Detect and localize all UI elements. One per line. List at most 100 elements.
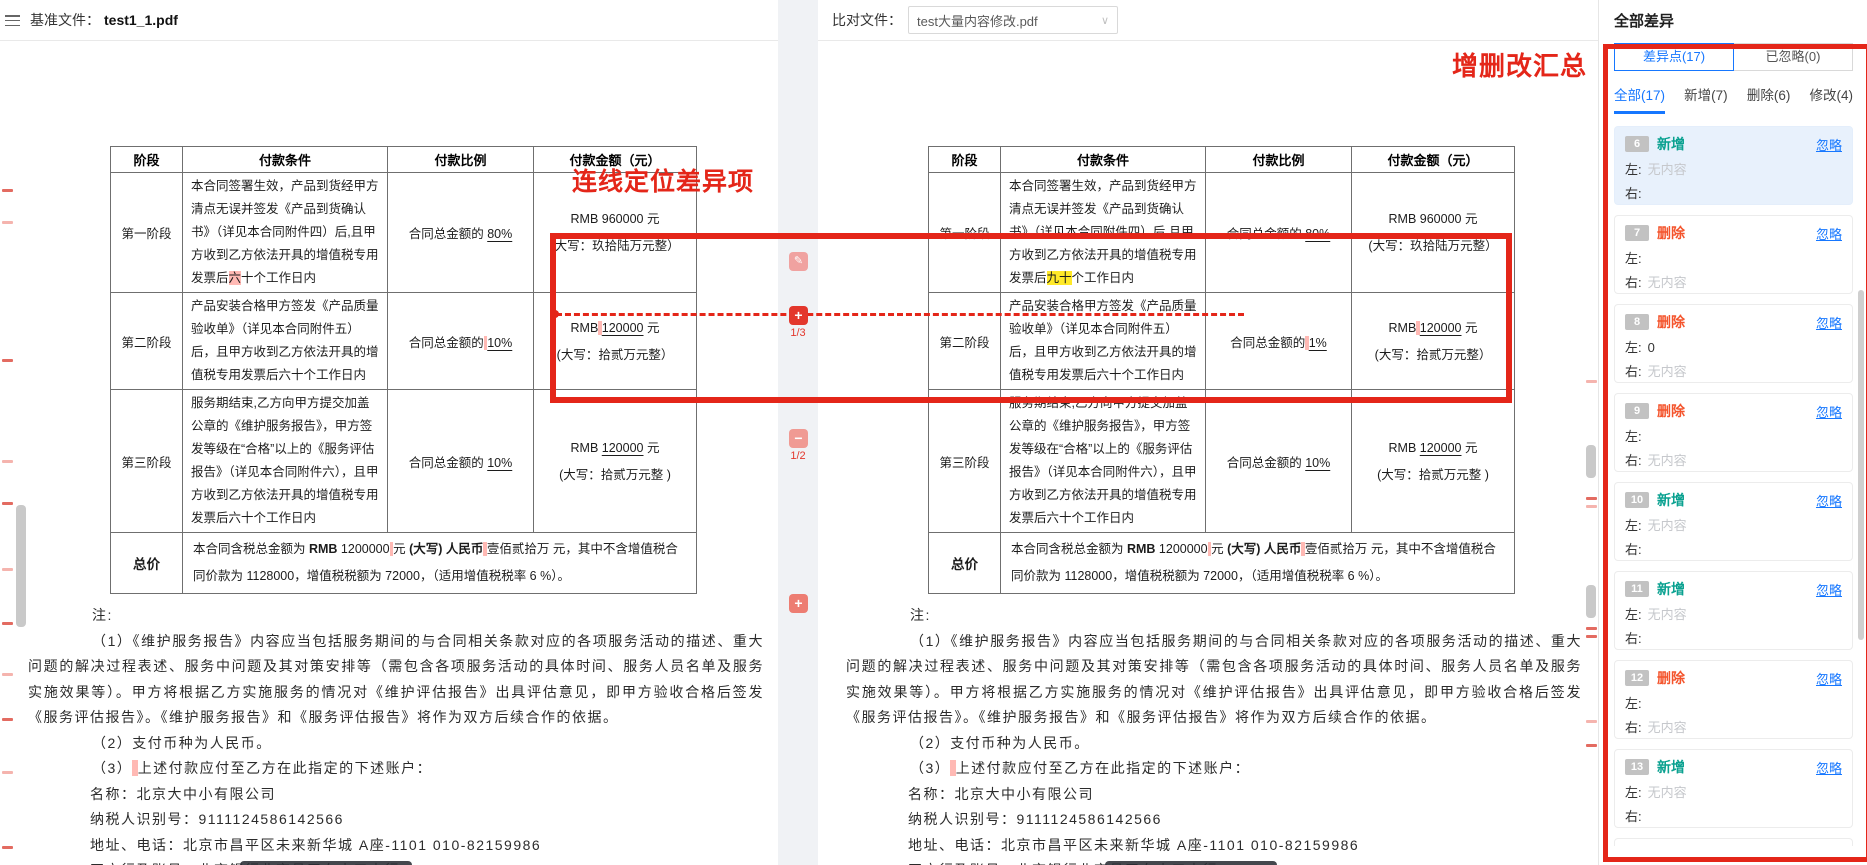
doc-text: 元 <box>1211 542 1227 556</box>
doc-text: 服务期结束,乙方向甲方提交加盖公章的《维护服务报告》，甲方签发等级在“合格”以上… <box>191 396 379 525</box>
note-line: 地址、电话：北京市昌平区未来新华城 A座-1101 010-82159986 <box>28 833 764 859</box>
amount-line1: RMB 960000 元 <box>542 207 688 231</box>
diff-minimap-tick <box>1586 744 1597 747</box>
ignore-link[interactable]: 忽略 <box>1816 491 1842 510</box>
doc-text: （2）支付币种为人民币。 <box>910 735 1090 751</box>
compare-page-toolbar: 3 / 4 ⊖ 100% ▼ ⊕ <box>1105 861 1277 865</box>
diff-minimap-tick <box>2 771 13 774</box>
diff-card-header: 8删除忽略 <box>1625 312 1842 332</box>
doc-text: 名称：北京大中小有限公司 <box>908 786 1094 802</box>
filter-all[interactable]: 全部(17) <box>1614 84 1665 114</box>
diff-minimap-tick <box>2 502 13 505</box>
stage-cell: 第一阶段 <box>929 173 1001 293</box>
diff-tabs: 差异点(17)已忽略(0) <box>1614 43 1853 71</box>
doc-text: RMB <box>571 441 602 455</box>
diff-type-label: 新增 <box>1657 579 1808 599</box>
diff-card-header: 12删除忽略 <box>1625 668 1842 688</box>
diff-right-line: 右:无内容 <box>1625 361 1842 380</box>
diff-left-line: 左:0 <box>1625 337 1842 356</box>
doc-text: 九十 <box>1047 271 1072 285</box>
right-prefix: 右: <box>1625 364 1642 379</box>
diff-number-badge: 9 <box>1625 403 1649 419</box>
diff-summary-panel: 全部差异 差异点(17)已忽略(0) 全部(17) 新增(7) 删除(6) 修改(4)… <box>1598 0 1867 865</box>
diff-card[interactable]: 13新增忽略左:无内容右: <box>1614 749 1853 828</box>
stage-cell: 第三阶段 <box>111 390 183 533</box>
stage-cell: 第三阶段 <box>929 390 1001 533</box>
doc-text: RMB 960000 元 <box>571 212 660 226</box>
diff-card[interactable]: 9删除忽略左:右:无内容 <box>1614 393 1853 472</box>
amount-line1: RMB 120000 元 <box>1360 316 1506 340</box>
amount-cell: RMB 120000 元(大写：拾贰万元整） <box>1352 293 1515 390</box>
ignore-link[interactable]: 忽略 <box>1816 135 1842 154</box>
diff-card[interactable]: 6新增忽略左:无内容右: <box>1614 126 1853 205</box>
diff-right-line: 右: <box>1625 539 1842 558</box>
left-prefix: 左: <box>1625 696 1642 711</box>
table-header-cell: 付款比例 <box>388 147 534 173</box>
amount-line2: (大写：拾贰万元整 ) <box>542 463 688 487</box>
amount-line1: RMB 120000 元 <box>542 436 688 460</box>
diff-minimap-tick <box>1586 505 1597 508</box>
ignore-link[interactable]: 忽略 <box>1816 402 1842 421</box>
diff-left-line: 左:无内容 <box>1625 159 1842 178</box>
ignore-link[interactable]: 忽略 <box>1816 758 1842 777</box>
doc-text: (大写) 人民币 <box>1227 542 1301 556</box>
annotate-pencil-icon[interactable]: ✎ <box>789 252 808 271</box>
contract-table: 阶段付款条件付款比例付款金额（元）第一阶段本合同签署生效，产品到货经甲方清点无误… <box>110 146 697 594</box>
note-line: （3） 上述付款应付至乙方在此指定的下述账户： <box>28 756 764 782</box>
right-value: 无内容 <box>1648 275 1687 290</box>
diff-card[interactable]: 7删除忽略左:右:无内容 <box>1614 215 1853 294</box>
left-value: 无内容 <box>1648 518 1687 533</box>
compare-file-select[interactable]: test大量内容修改.pdf ∨ <box>908 6 1118 34</box>
doc-text: 合同总金额的 <box>409 336 484 350</box>
ratio-cell: 合同总金额的 10% <box>388 293 534 390</box>
diff-card[interactable]: 14新增忽略左:无内容右: <box>1614 838 1853 846</box>
amount-line2: (大写：玖拾陆万元整） <box>542 234 688 258</box>
note-line: 注: <box>28 603 764 629</box>
panel-scrollbar[interactable] <box>1858 290 1864 640</box>
right-prefix: 右: <box>1625 186 1642 201</box>
compare-document-view: 阶段付款条件付款比例付款金额（元）第一阶段本合同签署生效，产品到货经甲方清点无误… <box>818 41 1598 865</box>
amount-line1: RMB 120000 元 <box>542 316 688 340</box>
doc-text: 上述付款应付至乙方在此指定的下述账户： <box>956 760 1251 776</box>
stage-cell: 第一阶段 <box>111 173 183 293</box>
panel-title: 全部差异 <box>1614 10 1853 31</box>
table-header-cell: 付款条件 <box>1001 147 1206 173</box>
doc-text: 合同总金额的 <box>1230 336 1305 350</box>
filter-added[interactable]: 新增(7) <box>1684 84 1728 114</box>
deleted-diff-marker-icon[interactable]: − <box>789 429 808 448</box>
ignore-link[interactable]: 忽略 <box>1816 224 1842 243</box>
right-value: 无内容 <box>1648 453 1687 468</box>
diff-card[interactable]: 11新增忽略左:无内容右: <box>1614 571 1853 650</box>
doc-text: 合同总金额的 <box>1227 227 1305 241</box>
diff-card[interactable]: 12删除忽略左:右:无内容 <box>1614 660 1853 739</box>
chevron-down-icon: ∨ <box>1101 14 1109 27</box>
ignore-link[interactable]: 忽略 <box>1816 313 1842 332</box>
doc-text: 名称：北京大中小有限公司 <box>90 786 276 802</box>
added-diff-marker2-icon[interactable]: + <box>789 594 808 613</box>
diff-right-line: 右:无内容 <box>1625 450 1842 469</box>
diff-card[interactable]: 10新增忽略左:无内容右: <box>1614 482 1853 561</box>
added-diff-marker-icon[interactable]: + <box>789 306 808 325</box>
doc-text: 十个工作日内 <box>241 271 316 285</box>
doc-text: 地址、电话：北京市昌平区未来新华城 A座-1101 010-82159986 <box>90 837 541 853</box>
right-prefix: 右: <box>1625 809 1642 824</box>
menu-icon[interactable] <box>5 15 20 26</box>
filter-deleted[interactable]: 删除(6) <box>1747 84 1791 114</box>
ignore-link[interactable]: 忽略 <box>1816 580 1842 599</box>
diff-minimap-tick <box>2 846 13 849</box>
tab-ignored[interactable]: 已忽略(0) <box>1734 43 1853 71</box>
doc-text: 本合同签署生效，产品到货经甲方清点无误并签发《产品到货确认书》（详见本合同附件四… <box>191 179 379 285</box>
filter-modified[interactable]: 修改(4) <box>1809 84 1853 114</box>
ratio-cell: 合同总金额的 10% <box>1206 390 1352 533</box>
diff-type-label: 删除 <box>1657 312 1808 332</box>
compare-file-header: 比对文件： test大量内容修改.pdf ∨ <box>818 0 1598 41</box>
left-prefix: 左: <box>1625 251 1642 266</box>
diff-minimap-tick <box>1586 627 1597 630</box>
amount-line1: RMB 120000 元 <box>1360 436 1506 460</box>
left-value: 无内容 <box>1648 162 1687 177</box>
doc-text: 10% <box>1305 456 1330 470</box>
diff-type-label: 新增 <box>1657 490 1808 510</box>
tab-diff-points[interactable]: 差异点(17) <box>1614 43 1734 71</box>
ignore-link[interactable]: 忽略 <box>1816 669 1842 688</box>
diff-card[interactable]: 8删除忽略左:0 右:无内容 <box>1614 304 1853 383</box>
